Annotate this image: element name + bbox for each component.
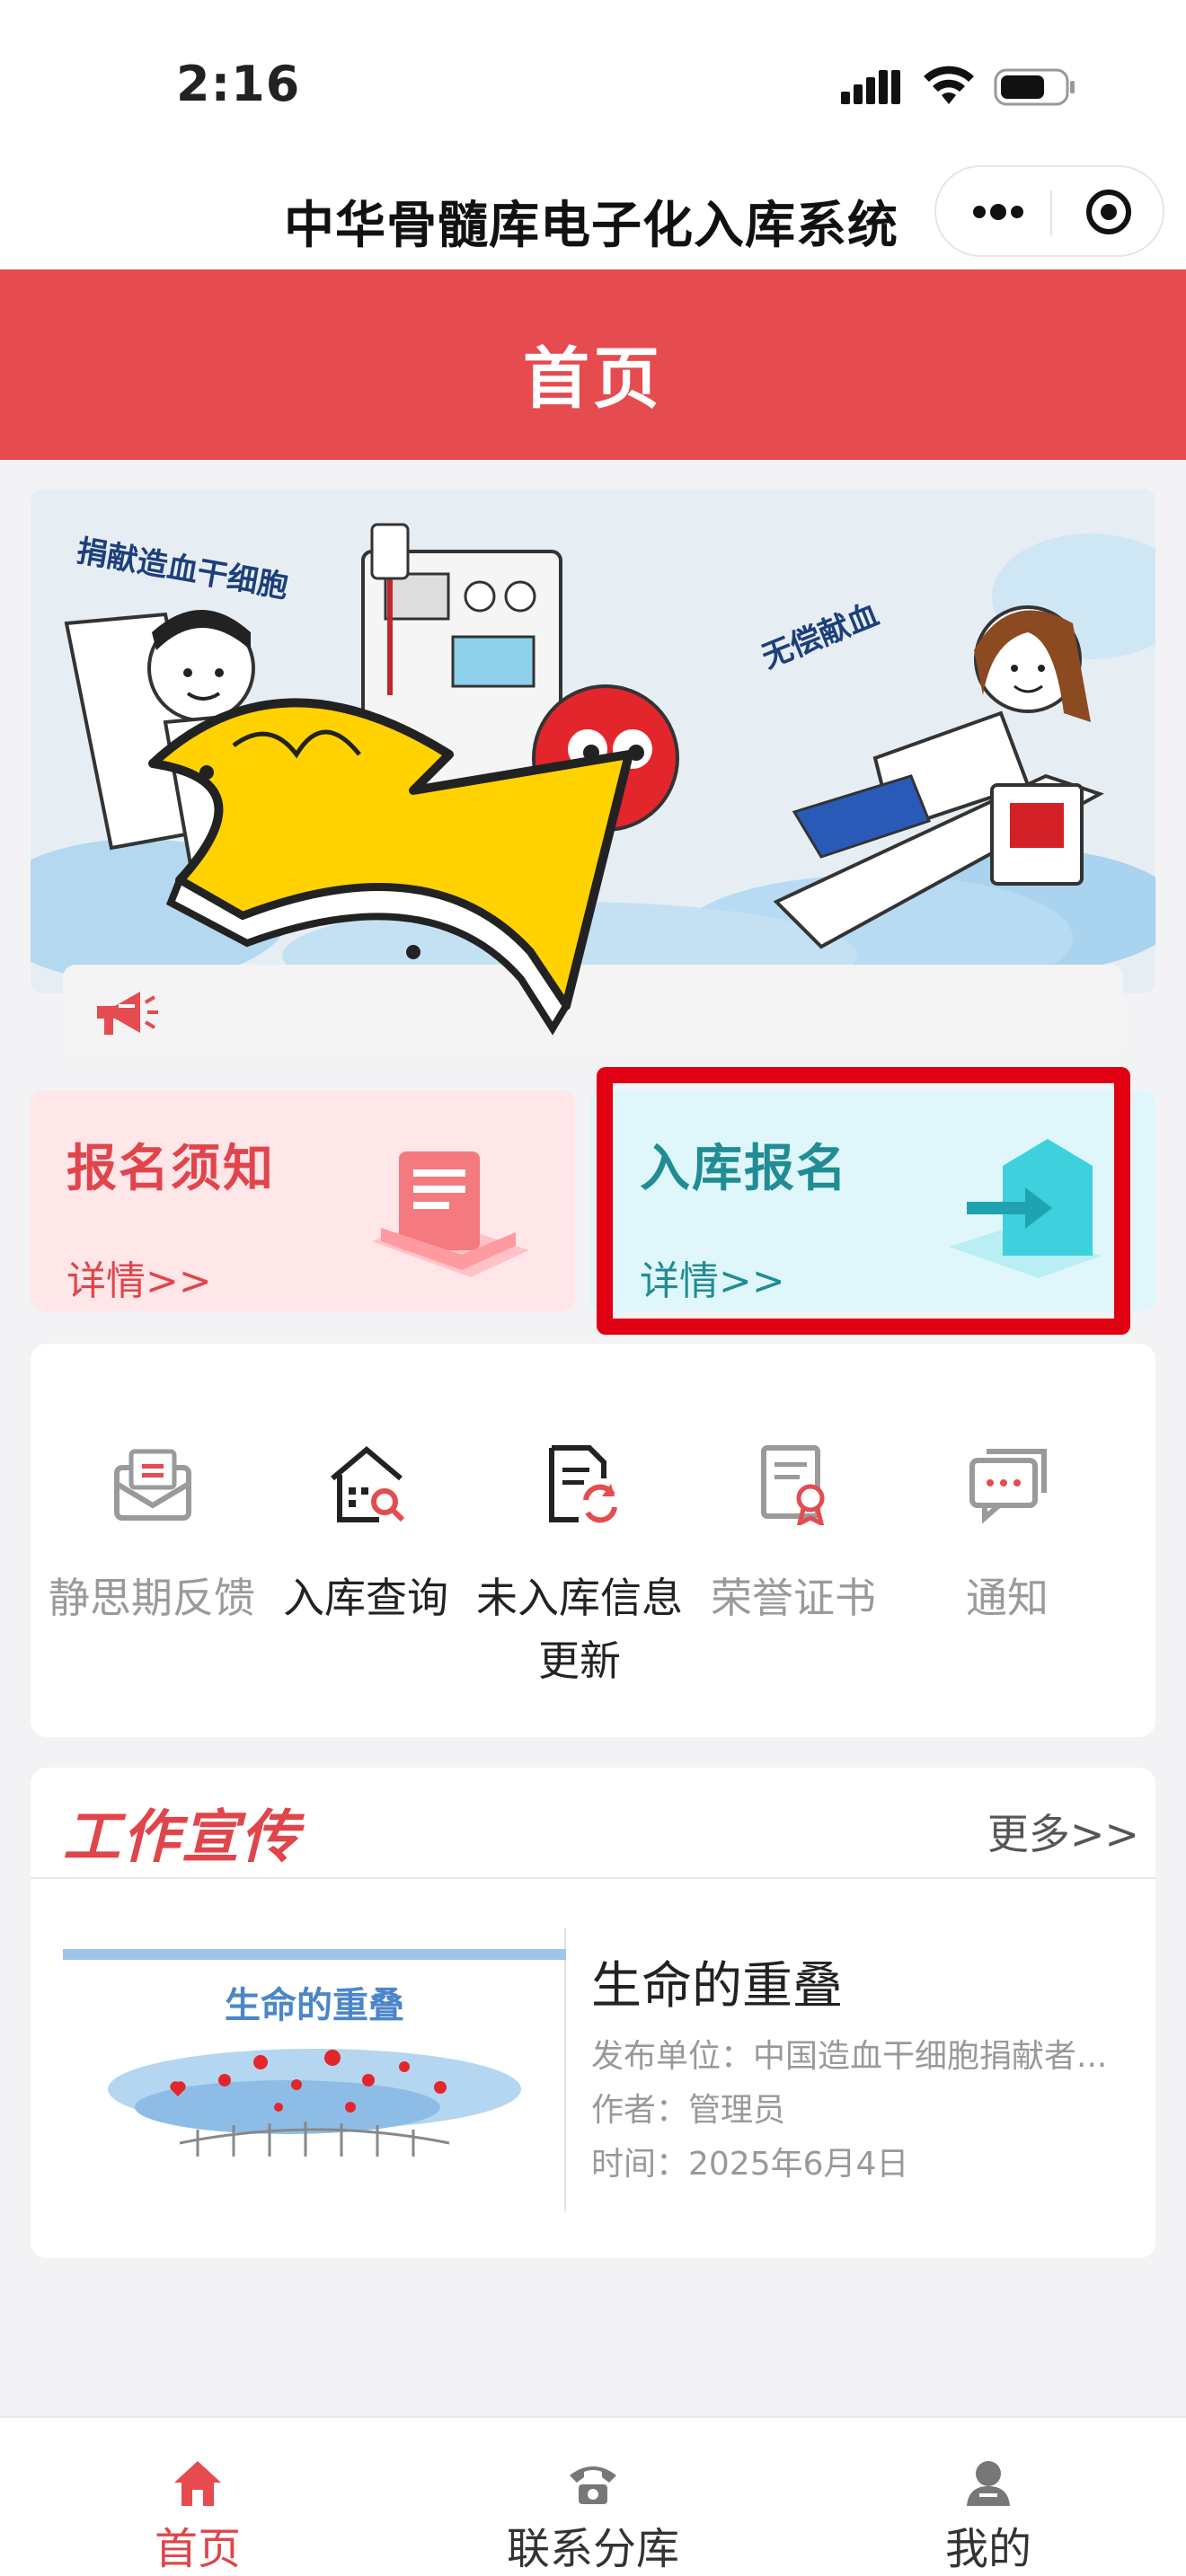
tab-profile[interactable]: 我的 xyxy=(791,2418,1186,2576)
tab-contact-branch[interactable]: 联系分库 xyxy=(395,2418,791,2576)
building-search-icon xyxy=(331,1446,405,1522)
document-tray-icon xyxy=(372,1151,529,1277)
signal-icon xyxy=(841,70,900,104)
func-label: 入库查询 xyxy=(283,1574,448,1622)
card-detail-link[interactable]: 详情>> xyxy=(640,1248,785,1306)
envelope-icon xyxy=(114,1449,191,1521)
work-promotion-section: 工作宣传 更多>> 生命的重叠 生命的重叠 发布单位：中国造血干细胞捐献者...… xyxy=(31,1768,1155,2258)
article-item[interactable]: 生命的重叠 生命的重叠 发布单位：中国造血干细胞捐献者... 作者：管理员 时间… xyxy=(63,1928,1132,2211)
banner-illustration: 捐献造血干细胞 无偿献血 xyxy=(31,489,1155,993)
battery-icon xyxy=(994,68,1075,106)
capsule-divider xyxy=(1050,190,1052,235)
card-title: 报名须知 xyxy=(66,1140,275,1198)
message-icon xyxy=(969,1449,1047,1524)
enter-house-icon xyxy=(949,1139,1102,1278)
certificate-icon xyxy=(761,1445,825,1525)
announcement-bar[interactable] xyxy=(63,965,1123,1058)
func-label: 通知 xyxy=(966,1574,1049,1622)
more-icon[interactable] xyxy=(967,187,1030,237)
thumbnail-illustration: 生命的重叠 xyxy=(63,1949,566,2157)
app-title: 中华骨髓库电子化入库系统 xyxy=(284,197,898,255)
article-time: 时间：2025年6月4日 xyxy=(591,2146,909,2183)
tab-label: 联系分库 xyxy=(506,2524,679,2574)
phone-icon xyxy=(570,2466,616,2504)
function-grid: 静思期反馈 入库查询 未入库信息更新 荣誉证书 通知 xyxy=(31,1344,1155,1737)
user-icon xyxy=(967,2461,1010,2506)
wifi-icon xyxy=(924,66,974,104)
thumbnail-title: 生命的重叠 xyxy=(225,1985,404,2025)
tab-home[interactable]: 首页 xyxy=(0,2418,395,2576)
func-registry-query[interactable]: 入库查询 xyxy=(259,1344,473,1737)
page-title: 首页 xyxy=(523,340,663,418)
article-author: 作者：管理员 xyxy=(591,2092,786,2129)
func-reflection-feedback[interactable]: 静思期反馈 xyxy=(45,1344,259,1737)
tab-label: 我的 xyxy=(944,2524,1031,2574)
bottom-tab-bar: 首页 联系分库 我的 xyxy=(0,2416,1186,2576)
func-label: 荣誉证书 xyxy=(711,1574,876,1622)
banner-carousel[interactable]: 捐献造血干细胞 无偿献血 xyxy=(31,489,1155,993)
document-refresh-icon xyxy=(549,1445,617,1523)
page-header: 首页 xyxy=(0,269,1186,460)
bank-registration-card[interactable]: 入库报名 详情>> xyxy=(589,1090,1155,1311)
func-notification[interactable]: 通知 xyxy=(900,1344,1114,1737)
func-label: 未入库信息更新 xyxy=(476,1574,683,1685)
func-label: 静思期反馈 xyxy=(49,1574,255,1622)
tab-label: 首页 xyxy=(154,2524,241,2574)
article-publisher: 发布单位：中国造血干细胞捐献者... xyxy=(591,2038,1108,2075)
func-honor-certificate[interactable]: 荣誉证书 xyxy=(686,1344,900,1737)
status-bar: 2:16 xyxy=(0,0,1186,162)
article-title: 生命的重叠 xyxy=(591,1957,843,2016)
megaphone-icon xyxy=(97,992,158,1035)
card-detail-link[interactable]: 详情>> xyxy=(66,1248,212,1306)
section-title: 工作宣传 xyxy=(63,1804,300,1871)
article-thumbnail: 生命的重叠 xyxy=(63,1928,566,2211)
status-time: 2:16 xyxy=(176,56,301,112)
capsule-menu xyxy=(934,165,1164,257)
close-target-icon[interactable] xyxy=(1082,187,1136,237)
mini-program-nav: 中华骨髓库电子化入库系统 xyxy=(0,162,1186,269)
card-title: 入库报名 xyxy=(640,1140,848,1198)
registration-notice-card[interactable]: 报名须知 详情>> xyxy=(31,1090,575,1311)
home-icon xyxy=(174,2461,221,2506)
func-info-update[interactable]: 未入库信息更新 xyxy=(473,1344,686,1737)
more-link[interactable]: 更多>> xyxy=(987,1802,1139,1861)
promo-header: 工作宣传 更多>> xyxy=(31,1768,1155,1879)
